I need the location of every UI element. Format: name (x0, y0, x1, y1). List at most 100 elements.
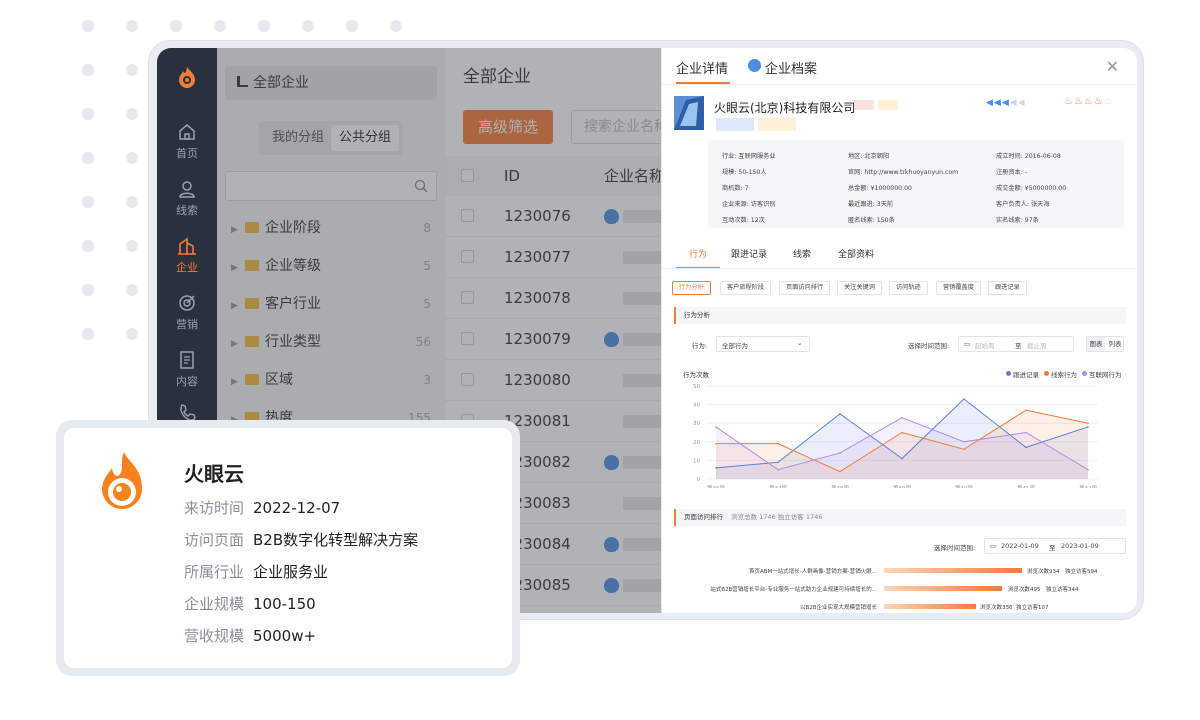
tab-company-detail[interactable]: 企业详情 (676, 58, 728, 77)
send-rating-icons: ◀◀◀◀◀ (986, 98, 1026, 108)
legend-swatch (1044, 371, 1049, 376)
info-item: 最近跟进: 3天前 (848, 201, 894, 208)
data-point (839, 413, 841, 415)
info-item: 注册资本: - (996, 169, 1028, 176)
company-badge-icon (748, 59, 761, 72)
field-label: 来访时间 (184, 499, 245, 517)
date-range-picker[interactable]: ▭ 2022-01-09 至 2023-01-09 (984, 538, 1126, 554)
data-point (1025, 446, 1027, 449)
week-range-picker[interactable]: ▭ 起始周 至 截止周 (958, 336, 1074, 352)
data-point (715, 426, 717, 428)
data-point (777, 468, 779, 471)
heat-fire-icons: ♨♨♨♨♨ (1064, 96, 1114, 107)
view-toggle: 图表 列表 (1086, 336, 1124, 352)
data-point (963, 448, 965, 451)
info-item: 客户负责人: 张天海 (996, 201, 1050, 208)
visitor-field: 营收规模 5000w+ (184, 625, 316, 646)
chip-page-ranking[interactable]: 页面访问排行 (779, 281, 831, 295)
rank-bar (884, 586, 1002, 591)
tab-follow-up[interactable]: 跟进记录 (731, 247, 767, 260)
rail-item-home[interactable]: 首页 (157, 122, 217, 172)
behavior-line-chart: 0 10 20 30 40 50 第36周 第37周 第38周 第39周 第40周 第41周 第42周 (693, 384, 1098, 488)
rank-bar (884, 604, 976, 609)
behavior-label: 行为: (692, 342, 708, 350)
end-date: 2023-01-09 (1061, 542, 1099, 550)
behavior-select[interactable]: 全部行为 ⌄ (716, 336, 810, 352)
start-date: 2022-01-09 (1001, 542, 1039, 550)
visitor-field: 来访时间 2022-12-07 (184, 497, 340, 518)
rank-visitors: 独立访客107 (1016, 605, 1049, 611)
field-label: 所属行业 (184, 563, 245, 581)
tab-all-data[interactable]: 全部资料 (838, 247, 874, 260)
rank-page: 站式B2B营销增长平台-专业服务一站式助力企业规建可持续增长的... (710, 587, 877, 593)
toggle-list[interactable]: 列表 (1106, 337, 1124, 351)
date-range-label: 选择时间范围: (934, 544, 976, 552)
info-item: 实名线索: 97条 (996, 217, 1039, 224)
info-item: 地区: 北京朝阳 (848, 153, 890, 160)
legend-swatch (1082, 371, 1087, 376)
field-value: 100-150 (253, 595, 316, 613)
data-point (901, 431, 903, 434)
range-separator: 至 (1049, 544, 1056, 552)
info-item: 匿名线索: 150条 (848, 217, 895, 224)
chip-behavior-analysis[interactable]: 行为分析 (672, 281, 711, 295)
field-value: 2022-12-07 (253, 499, 341, 517)
brand-flame-logo (102, 452, 143, 510)
rail-label: 企业 (176, 261, 198, 274)
close-icon[interactable]: ✕ (1106, 57, 1119, 76)
calendar-icon: ▭ (964, 340, 971, 348)
data-point (839, 470, 841, 473)
tab-leads[interactable]: 线索 (793, 247, 811, 260)
x-tick-label: 第39周 (893, 484, 911, 488)
chip-keywords[interactable]: 关注关键词 (837, 281, 882, 295)
chip-visit-trail[interactable]: 访问轨迹 (889, 281, 928, 295)
toggle-chart[interactable]: 图表 (1087, 337, 1105, 351)
info-item: 行业: 互联网服务业 (722, 153, 776, 160)
field-label: 企业规模 (184, 595, 245, 613)
rank-bar (884, 568, 1022, 573)
info-item: 成交金额: ¥5000000.00 (996, 185, 1067, 192)
rail-item-leads[interactable]: 线索 (157, 179, 217, 229)
tag-chip (854, 100, 874, 110)
time-range-label: 选择时间范围: (908, 342, 950, 350)
data-point (1025, 431, 1027, 434)
visitor-field: 访问页面 B2B数字化转型解决方案 (184, 529, 418, 550)
field-value: 企业服务业 (253, 563, 329, 581)
company-info-grid: 行业: 互联网服务业 地区: 北京朝阳 成立时间: 2016-06-08 规模:… (708, 140, 1124, 228)
info-item: 总金额: ¥1000000.00 (848, 185, 912, 192)
logo-icon (179, 67, 195, 88)
section-page-ranking: 页面访问排行 浏览总数 1746 独立访客 1746 (674, 509, 1126, 526)
behavior-select-value: 全部行为 (722, 342, 748, 350)
rail-label: 内容 (176, 375, 198, 388)
data-point (963, 441, 965, 443)
data-point (1025, 409, 1027, 411)
data-point (715, 467, 717, 469)
tab-company-archive[interactable]: 企业档案 (765, 58, 817, 77)
home-icon (179, 124, 195, 140)
data-point (901, 457, 903, 460)
data-point (1087, 468, 1089, 471)
field-value: 5000w+ (253, 627, 317, 645)
rail-item-marketing[interactable]: 营销 (157, 293, 217, 343)
rank-page: 以B2B企业实现大规模营销增长 (799, 605, 877, 611)
chip-follow-records[interactable]: 跟进记录 (988, 281, 1027, 295)
chip-journey-stage[interactable]: 客户旅程阶段 (720, 281, 772, 295)
calendar-icon: ▭ (990, 542, 997, 550)
data-point (715, 442, 717, 445)
field-label: 访问页面 (184, 531, 245, 549)
info-item: 互动次数: 12次 (722, 217, 765, 224)
x-tick-label: 第37周 (769, 484, 787, 488)
section-behavior-analysis: 行为分析 (674, 307, 1126, 324)
data-point (901, 416, 903, 419)
target-icon (179, 295, 195, 311)
y-tick-label: 50 (693, 384, 700, 390)
rank-visitors: 独立访客594 (1065, 569, 1098, 575)
rail-item-company[interactable]: 企业 (157, 236, 217, 286)
tab-behavior[interactable]: 行为 (689, 247, 707, 260)
data-point (839, 452, 841, 454)
rail-item-content[interactable]: 内容 (157, 350, 217, 400)
chip-coverage[interactable]: 营销覆盖度 (936, 281, 981, 295)
company-logo (674, 96, 704, 130)
data-point (1087, 426, 1089, 428)
header-divider (662, 84, 1137, 85)
